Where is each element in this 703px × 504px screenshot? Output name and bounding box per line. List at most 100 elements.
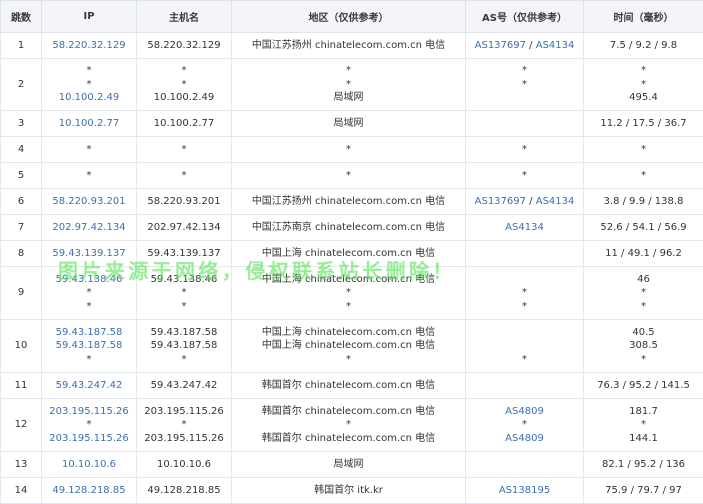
table-row: 4***** <box>1 137 703 163</box>
hop-number: 9 <box>18 287 24 298</box>
ip-link[interactable]: 58.220.93.201 <box>42 195 136 209</box>
hop-number: 8 <box>18 248 24 259</box>
ip-link[interactable]: 59.43.247.42 <box>42 379 136 393</box>
time-text: 82.1 / 95.2 / 136 <box>584 458 703 472</box>
header-hop: 跳数 <box>1 1 42 33</box>
asn-line: * <box>466 418 583 432</box>
asn-cell: ** <box>466 59 584 111</box>
hostname-text: * <box>137 300 231 314</box>
table-row: 5***** <box>1 163 703 189</box>
hostname-text: * <box>137 286 231 300</box>
asn-link[interactable]: AS138195 <box>499 485 550 496</box>
hostname-text: 59.43.187.58 <box>137 326 231 340</box>
hostname-text: 10.100.2.49 <box>137 91 231 105</box>
asn-line: * <box>466 300 583 314</box>
table-row: 12203.195.115.26*203.195.115.26203.195.1… <box>1 399 703 452</box>
table-header-row: 跳数 IP 主机名 地区（仅供参考） AS号（仅供参考） 时间（毫秒） <box>1 1 703 33</box>
ip-link[interactable]: 59.43.139.137 <box>42 247 136 261</box>
hostname-text: * <box>137 418 231 432</box>
time-text: 3.8 / 9.9 / 138.8 <box>584 195 703 209</box>
ip-timeout: * <box>42 286 136 300</box>
ip-link[interactable]: 203.195.115.26 <box>42 405 136 419</box>
ip-link[interactable]: 58.220.32.129 <box>42 39 136 53</box>
hostname-text: 58.220.93.201 <box>137 195 231 209</box>
hostname-text: 59.43.139.137 <box>137 247 231 261</box>
asn-link[interactable]: AS137697 <box>475 40 526 51</box>
asn-line <box>466 458 583 472</box>
hostname-text: 10.100.2.77 <box>137 117 231 131</box>
asn-cell <box>466 452 584 478</box>
table-row: 2**10.100.2.49**10.100.2.49**局域网** **495… <box>1 59 703 111</box>
table-body: 158.220.32.12958.220.32.129中国江苏扬州 chinat… <box>1 33 703 504</box>
ip-link[interactable]: 203.195.115.26 <box>42 432 136 446</box>
ip-timeout: * <box>42 353 136 367</box>
header-hostname: 主机名 <box>137 1 232 33</box>
hop-cell: 1 <box>1 33 42 59</box>
hop-number: 14 <box>15 485 28 496</box>
hostname-text: 202.97.42.134 <box>137 221 231 235</box>
ip-link[interactable]: 10.10.10.6 <box>42 458 136 472</box>
time-text: * <box>584 64 703 78</box>
asn-link[interactable]: AS4809 <box>505 433 544 444</box>
hop-cell: 5 <box>1 163 42 189</box>
ip-cell: 58.220.93.201 <box>42 189 137 215</box>
ip-link[interactable]: 59.43.138.46 <box>42 273 136 287</box>
hostname-cell: 58.220.93.201 <box>137 189 232 215</box>
ip-link[interactable]: 59.43.187.58 <box>42 326 136 340</box>
ip-link[interactable]: 202.97.42.134 <box>42 221 136 235</box>
ip-cell: 59.43.138.46** <box>42 267 137 320</box>
asn-cell: * <box>466 163 584 189</box>
hostname-cell: 10.100.2.77 <box>137 111 232 137</box>
asn-line <box>466 326 583 340</box>
header-region: 地区（仅供参考） <box>232 1 466 33</box>
hostname-text: 59.43.187.58 <box>137 339 231 353</box>
asn-cell: AS4134 <box>466 215 584 241</box>
region-cell: 中国上海 chinatelecom.com.cn 电信** <box>232 267 466 320</box>
ip-cell: 203.195.115.26*203.195.115.26 <box>42 399 137 452</box>
time-text: 7.5 / 9.2 / 9.8 <box>584 39 703 53</box>
hostname-text: 10.10.10.6 <box>137 458 231 472</box>
ip-link[interactable]: 59.43.187.58 <box>42 339 136 353</box>
region-cell: * <box>232 137 466 163</box>
asn-line <box>466 379 583 393</box>
region-text: * <box>232 143 465 157</box>
ip-cell: 10.10.10.6 <box>42 452 137 478</box>
asn-link[interactable]: AS4134 <box>536 40 575 51</box>
region-text: 局域网 <box>232 91 465 105</box>
asn-link[interactable]: AS4809 <box>505 406 544 417</box>
time-text: * <box>584 418 703 432</box>
asn-line: AS4134 <box>466 221 583 235</box>
hostname-cell: **10.100.2.49 <box>137 59 232 111</box>
hostname-text: * <box>137 143 231 157</box>
ip-link[interactable]: 10.100.2.49 <box>42 91 136 105</box>
asn-link[interactable]: AS137697 <box>475 196 526 207</box>
time-cell: * <box>584 137 703 163</box>
time-cell: * <box>584 163 703 189</box>
hop-number: 2 <box>18 79 24 90</box>
ip-link[interactable]: 49.128.218.85 <box>42 484 136 498</box>
asn-link[interactable]: AS4134 <box>505 222 544 233</box>
hostname-text: * <box>137 353 231 367</box>
region-text: 中国江苏扬州 chinatelecom.com.cn 电信 <box>232 195 465 209</box>
region-text: 中国上海 chinatelecom.com.cn 电信 <box>232 273 465 287</box>
hostname-text: 49.128.218.85 <box>137 484 231 498</box>
asn-cell <box>466 241 584 267</box>
asn-cell: AS137697 / AS4134 <box>466 189 584 215</box>
header-time: 时间（毫秒） <box>584 1 703 33</box>
hostname-cell: 59.43.138.46** <box>137 267 232 320</box>
region-cell: 中国上海 chinatelecom.com.cn 电信 <box>232 241 466 267</box>
ip-link[interactable]: 10.100.2.77 <box>42 117 136 131</box>
time-cell: **495.4 <box>584 59 703 111</box>
region-cell: 局域网 <box>232 111 466 137</box>
time-cell: 3.8 / 9.9 / 138.8 <box>584 189 703 215</box>
region-text: * <box>232 64 465 78</box>
table-row: 959.43.138.46**59.43.138.46**中国上海 chinat… <box>1 267 703 320</box>
time-text: 75.9 / 79.7 / 97 <box>584 484 703 498</box>
table-row: 1310.10.10.610.10.10.6局域网 82.1 / 95.2 / … <box>1 452 703 478</box>
time-text: * <box>584 169 703 183</box>
ip-timeout: * <box>42 418 136 432</box>
region-text: * <box>232 300 465 314</box>
time-text: 11 / 49.1 / 96.2 <box>584 247 703 261</box>
asn-cell <box>466 373 584 399</box>
asn-link[interactable]: AS4134 <box>536 196 575 207</box>
